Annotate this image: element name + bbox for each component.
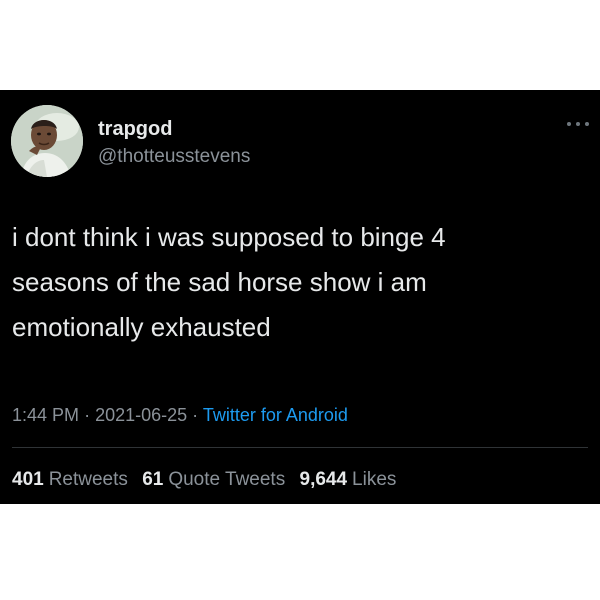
tweet-text-line: seasons of the sad horse show i am (12, 267, 427, 297)
likes-label: Likes (352, 469, 397, 490)
more-dot (576, 122, 580, 126)
tweet-card: trapgod @thotteusstevens i dont think i … (0, 90, 600, 504)
meta-separator: · (84, 405, 96, 425)
likes-stat[interactable]: 9,644 Likes (300, 469, 397, 490)
quote-tweets-label: Quote Tweets (168, 469, 286, 490)
engagement-stats: 401 Retweets 61 Quote Tweets 9,644 Likes (12, 468, 405, 492)
more-dot (585, 122, 589, 126)
meta-separator: · (192, 405, 203, 425)
quote-tweets-count: 61 (142, 469, 164, 490)
tweet-text-line: i dont think i was supposed to binge 4 (12, 222, 446, 252)
tweet-metadata: 1:44 PM · 2021-06-25 · Twitter for Andro… (12, 403, 348, 427)
user-handle[interactable]: @thotteusstevens (98, 145, 250, 169)
page: trapgod @thotteusstevens i dont think i … (0, 0, 600, 600)
more-horizontal-icon[interactable] (567, 118, 589, 130)
display-name[interactable]: trapgod (98, 117, 172, 141)
tweet-time[interactable]: 1:44 PM (12, 405, 79, 425)
tweet-text: i dont think i was supposed to binge 4 s… (12, 215, 582, 350)
quote-tweets-stat[interactable]: 61 Quote Tweets (142, 469, 285, 490)
likes-count: 9,644 (299, 469, 348, 490)
retweets-count: 401 (12, 469, 44, 490)
avatar-image (11, 105, 83, 177)
tweet-text-line: emotionally exhausted (12, 312, 271, 342)
avatar[interactable] (11, 105, 83, 177)
retweets-label: Retweets (48, 469, 128, 490)
tweet-date[interactable]: 2021-06-25 (95, 405, 187, 425)
more-dot (567, 122, 571, 126)
tweet-source-link[interactable]: Twitter for Android (203, 405, 348, 425)
divider (12, 447, 588, 448)
retweets-stat[interactable]: 401 Retweets (12, 469, 128, 490)
